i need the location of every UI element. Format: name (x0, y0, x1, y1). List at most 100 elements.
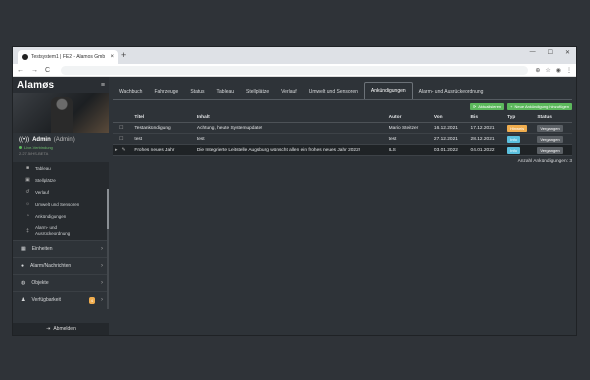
availability-icon: ♟ (21, 297, 26, 303)
sidebar-subitem-label: Ankündigungen (35, 213, 67, 219)
cell-from: 16.12.2021 (431, 122, 469, 134)
browser-tabbar: Testsystem1 | FE2 - Alamos Gmb × + — ☐ ✕ (13, 47, 576, 64)
browser-tab[interactable]: Testsystem1 | FE2 - Alamos Gmb × (18, 50, 118, 64)
tab-tableau[interactable]: Tableau (211, 84, 241, 99)
col-to[interactable]: Bis (468, 113, 506, 123)
history-icon: ↺ (25, 189, 30, 195)
cell-author: Mario Steitzer (386, 122, 432, 134)
sidebar-subitem-stellplaetze[interactable]: ▣ Stellplätze (13, 174, 109, 186)
new-tab-button[interactable]: + (121, 50, 126, 61)
availability-badge: 4 (88, 296, 95, 304)
browser-menu-icon[interactable]: ⋮ (566, 67, 572, 74)
col-from[interactable]: Von (431, 113, 469, 123)
add-announcement-button[interactable]: + Neue Ankündigung hinzufügen (507, 103, 572, 110)
expand-icon[interactable]: ▸ (115, 147, 118, 153)
tab-close-icon[interactable]: × (110, 54, 114, 60)
chevron-right-icon: › (101, 246, 103, 252)
announcement-count-label: Anzahl Ankündigungen: (517, 159, 568, 164)
zoom-icon[interactable]: ⊕ (535, 67, 540, 74)
cell-content: Achtung, heute Systemupdate! (194, 122, 387, 134)
window-controls: — ☐ ✕ (530, 49, 570, 56)
sidebar-subitem-tableau[interactable]: ■ Tableau (13, 162, 109, 174)
tab-status[interactable]: Status (184, 84, 210, 99)
tab-aao[interactable]: Alarm- und Ausrückeordnung (413, 84, 490, 99)
tab-ankuendigungen[interactable]: Ankündigungen (363, 82, 413, 99)
sidebar-subitem-umwelt[interactable]: ☼ Umwelt und Sensoren (13, 198, 109, 210)
refresh-button[interactable]: ⟳ Aktualisieren (469, 103, 505, 110)
sidebar-item-alarm[interactable]: ● Alarm/Nachrichten › (13, 257, 109, 274)
favicon-icon (22, 54, 28, 60)
add-announcement-label: Neue Ankündigung hinzufügen (514, 104, 570, 109)
sidebar-subitem-label: Stellplätze (35, 177, 56, 183)
announcements-table: Titel Inhalt Autor Von Bis Typ Status ☐ … (113, 113, 572, 156)
cell-to: 28.12.2021 (468, 133, 506, 145)
sidebar-item-einheiten[interactable]: ▦ Einheiten › (13, 240, 109, 257)
user-role: (Admin) (53, 137, 75, 143)
type-badge: Hinweis (507, 124, 528, 132)
connection-status: Live-Verbindung (19, 145, 105, 150)
reload-icon[interactable]: C (45, 67, 50, 74)
table-row[interactable]: ▸ ✎ Frohes neues Jahr Die Integrierte Lei… (113, 144, 572, 156)
minimize-icon[interactable]: — (530, 49, 536, 56)
tab-stellplaetze[interactable]: Stellplätze (240, 84, 275, 99)
col-content[interactable]: Inhalt (194, 113, 387, 123)
cell-title: Testankündigung (132, 122, 195, 134)
col-type[interactable]: Typ (505, 113, 536, 123)
edit-icon[interactable]: ☐ (119, 125, 123, 131)
edit-icon[interactable]: ☐ (119, 136, 123, 142)
tab-umwelt[interactable]: Umwelt und Sensoren (303, 84, 364, 99)
sidebar-item-label: Einheiten (31, 246, 53, 252)
cell-from: 27.12.2021 (431, 133, 469, 145)
tableau-icon: ■ (25, 165, 30, 171)
pin-icon[interactable]: ✎ (122, 147, 126, 153)
bookmark-star-icon[interactable]: ☆ (545, 67, 550, 74)
sidebar-subitem-aao[interactable]: ‡ Alarm- und Ausrückeordnung (13, 222, 109, 240)
main-content: Wachbuch Fahrzeuge Status Tableau Stellp… (109, 77, 576, 335)
sidebar-item-label: Alarm/Nachrichten (30, 263, 72, 269)
cell-author: ILS (386, 144, 432, 156)
close-window-icon[interactable]: ✕ (565, 49, 570, 56)
table-row[interactable]: ☐ test test test 27.12.2021 28.12.2021 I… (113, 133, 572, 145)
col-status[interactable]: Status (535, 113, 572, 123)
tab-verlauf[interactable]: Verlauf (275, 84, 303, 99)
user-name[interactable]: ((•)) Admin (Admin) (19, 137, 105, 143)
sidebar-item-objekte[interactable]: ◍ Objekte › (13, 274, 109, 291)
address-bar: ← → C ⊕ ☆ ◉ ⋮ (13, 64, 576, 77)
cell-title: test (132, 133, 195, 145)
type-badge: Info (507, 146, 520, 154)
back-icon[interactable]: ← (17, 67, 24, 74)
profile-icon[interactable]: ◉ (556, 67, 561, 74)
sidebar-subitem-label: Alarm- und Ausrückeordnung (35, 225, 71, 236)
table-row[interactable]: ☐ Testankündigung Achtung, heute Systemu… (113, 122, 572, 134)
main-tabs: Wachbuch Fahrzeuge Status Tableau Stellp… (113, 82, 572, 100)
status-badge: Vergangen (537, 135, 563, 143)
col-title[interactable]: Titel (132, 113, 195, 123)
sidebar-item-label: Verfügbarkeit (31, 297, 61, 303)
sidebar-item-verfuegbarkeit[interactable]: ♟ Verfügbarkeit 4 › (13, 291, 109, 308)
toolbar: ⟳ Aktualisieren + Neue Ankündigung hinzu… (113, 103, 572, 110)
tab-wachbuch[interactable]: Wachbuch (113, 84, 148, 99)
firefighter-image (51, 97, 73, 133)
logout-button[interactable]: ⇥ Abmelden (13, 323, 109, 335)
sidebar-subitem-label: Tableau (35, 165, 51, 171)
forward-icon[interactable]: → (31, 67, 38, 74)
col-author[interactable]: Autor (386, 113, 432, 123)
hamburger-menu-icon[interactable]: ≡ (101, 82, 105, 89)
logout-icon: ⇥ (46, 326, 51, 332)
url-input[interactable] (61, 65, 529, 75)
broadcast-icon: ((•)) (19, 137, 30, 143)
refresh-icon: ⟳ (472, 104, 477, 109)
alarm-order-icon: ‡ (26, 228, 29, 234)
chevron-right-icon: › (101, 297, 103, 303)
sidebar-subitem-verlauf[interactable]: ↺ Verlauf (13, 186, 109, 198)
maximize-icon[interactable]: ☐ (548, 49, 553, 56)
plus-icon: + (510, 104, 513, 109)
user-name-text: Admin (32, 137, 51, 143)
sidebar-subitem-label: Verlauf (35, 189, 50, 195)
sidebar-item-label: Objekte (31, 280, 49, 286)
cell-from: 03.01.2022 (431, 144, 469, 156)
tab-fahrzeuge[interactable]: Fahrzeuge (148, 84, 184, 99)
sidebar-subitem-ankuendigungen[interactable]: ◔ Ankündigungen (13, 210, 109, 222)
refresh-label: Aktualisieren (478, 104, 502, 109)
status-dot-icon (19, 146, 22, 149)
